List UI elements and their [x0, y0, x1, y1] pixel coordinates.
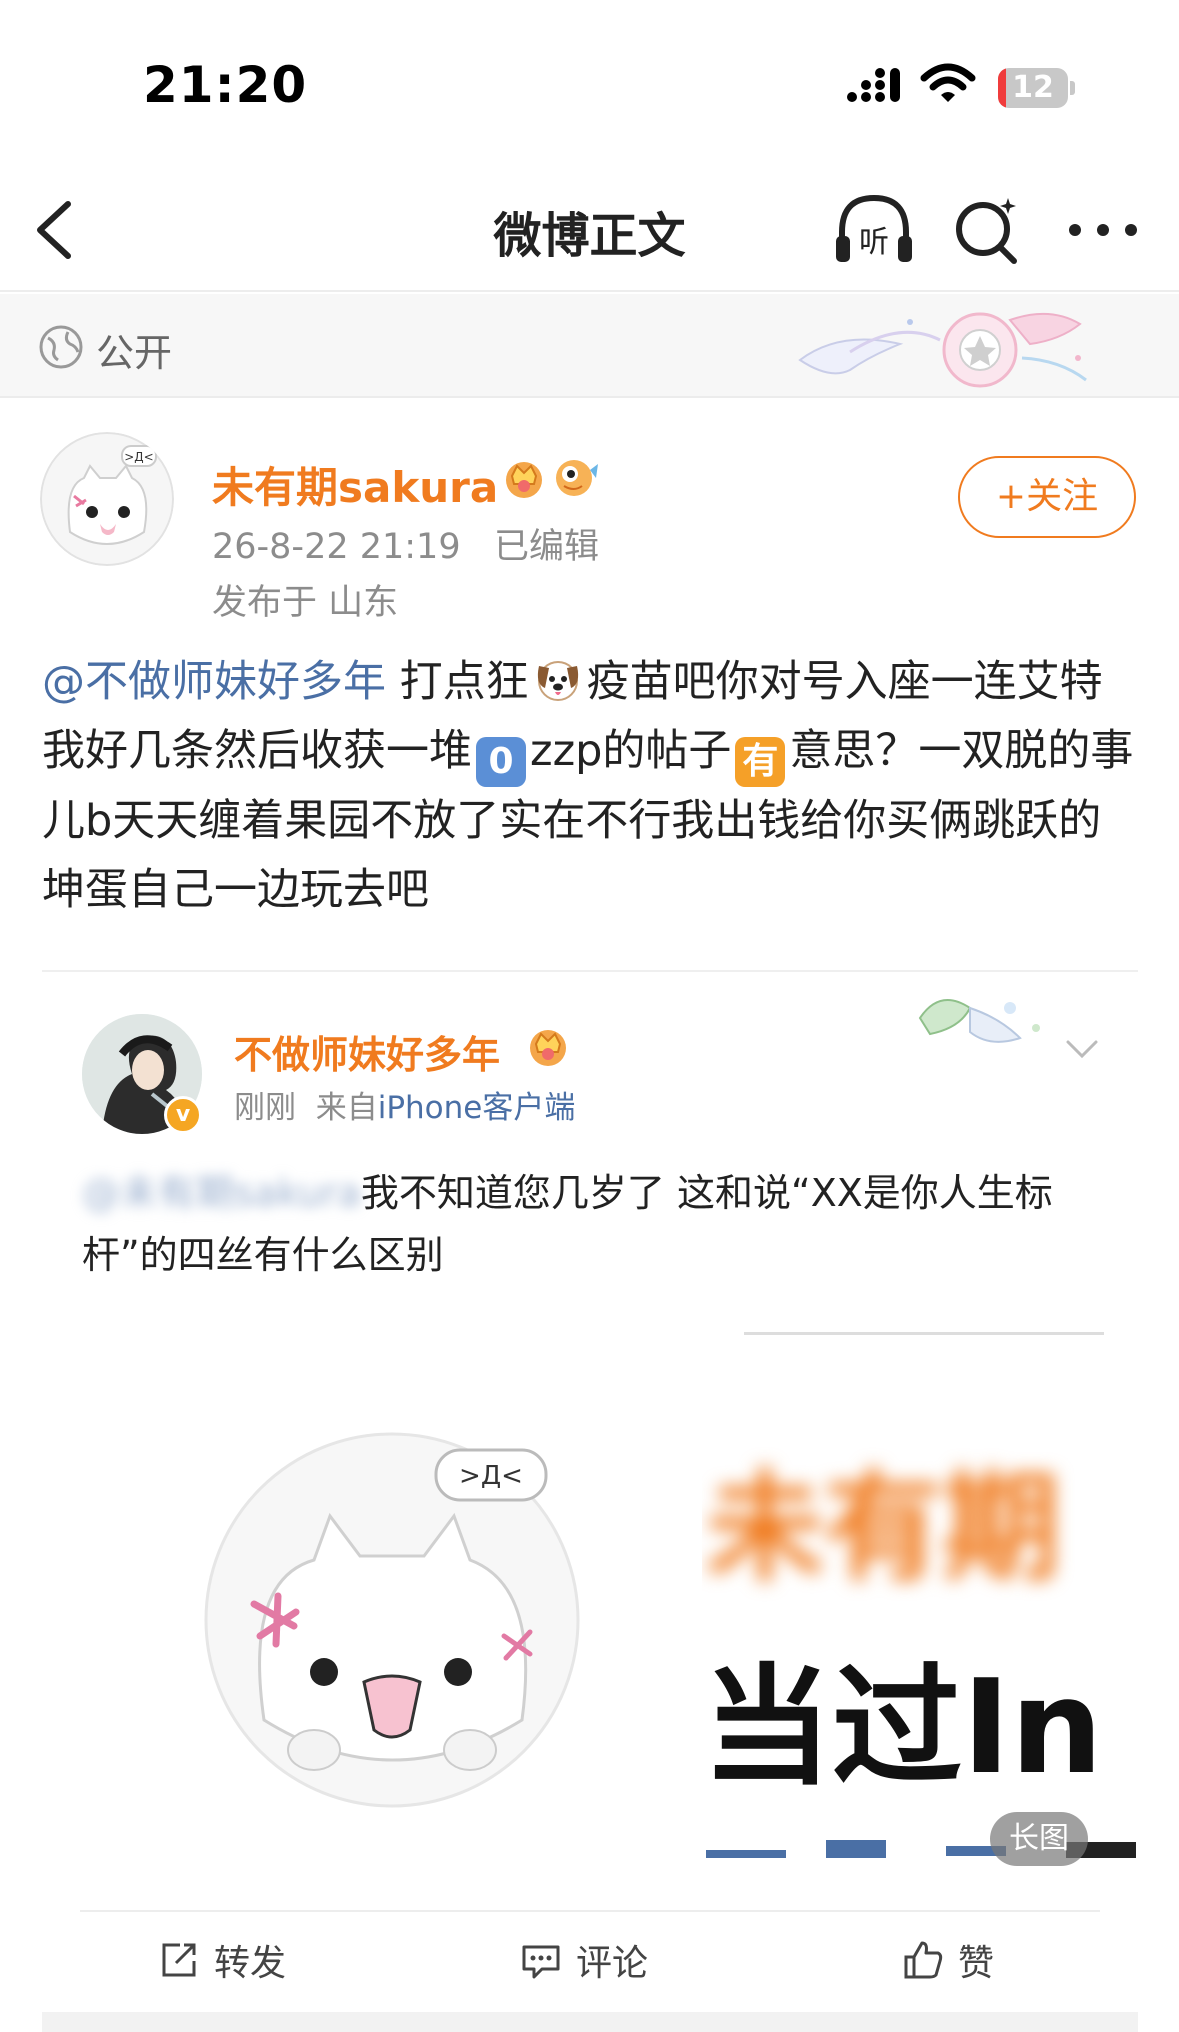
more-options-icon[interactable] [1066, 210, 1140, 250]
battery-percent: 12 [1012, 70, 1054, 105]
visibility-label: 公开 [96, 331, 173, 375]
svg-text:>Д<: >Д< [124, 450, 153, 464]
comment-label: 评论 [576, 1943, 649, 1984]
author-name[interactable]: 未有期sakura [212, 454, 498, 515]
status-time: 21:20 [143, 56, 308, 114]
decorative-sticker [918, 999, 1040, 1043]
cellular-signal-icon [847, 68, 900, 102]
svg-text:>Д<: >Д< [459, 1461, 523, 1491]
crown-badge-icon [506, 462, 542, 498]
headphones-icon: 听 [836, 194, 912, 262]
nav-bar: 微博正文 听 [0, 170, 1179, 292]
author-avatar[interactable]: >Д< [40, 432, 174, 566]
mention-link[interactable]: @不做师妹好多年 [42, 657, 386, 707]
visibility-row: 公开 [0, 294, 1179, 398]
keycap-zero-emoji: 0 [476, 737, 526, 787]
blurred-mention: @未有期sakura [82, 1171, 361, 1215]
repost-author-name[interactable]: 不做师妹好多年 [234, 1024, 500, 1079]
sticker-image-left[interactable]: >Д< [204, 1420, 594, 1810]
status-bar: 21:20 12 [0, 0, 1179, 170]
verified-badge-icon: v [164, 1096, 202, 1134]
source-link: iPhone客户端 [377, 1090, 576, 1126]
reposted-weibo-card[interactable]: v 不做师妹好多年 刚刚 来自iPhone客户端 @未有期sakura我不知道您… [42, 972, 1138, 2012]
crown-badge-icon [530, 1030, 566, 1066]
search-icon[interactable] [952, 194, 1022, 266]
screenshot-image-right[interactable]: 未有期 当过In [702, 1332, 1146, 1892]
thumbs-up-icon [904, 1941, 943, 1979]
comment-icon [522, 1945, 560, 1979]
repost-text: @未有期sakura我不知道您几岁了 这和说“XX是你人生标杆”的四丝有什么区别 [82, 1162, 1102, 1286]
battery-indicator: 12 [998, 68, 1076, 108]
wifi-icon [920, 63, 976, 102]
post-location: 发布于 山东 [212, 583, 399, 623]
blurred-name-text: 未有期 [706, 1459, 1061, 1597]
pufferfish-badge-icon [556, 460, 598, 496]
repost-meta: 刚刚 来自iPhone客户端 [234, 1090, 576, 1126]
chevron-down-icon[interactable] [1064, 1034, 1100, 1062]
post-text: @不做师妹好多年 打点狂 疫苗吧你对号入座一连艾特我好几条然后收获一堆 0 zzp的帖… [42, 648, 1142, 925]
bottom-strip [42, 2012, 1138, 2032]
comment-button[interactable]: 评论 [520, 1934, 648, 1986]
post-timestamp: 26-8-22 21:19 已编辑 [212, 527, 599, 567]
you-sign-emoji: 有 [735, 737, 786, 787]
edited-label: 已编辑 [493, 527, 599, 567]
decorative-wings-sticker [798, 312, 1087, 388]
image-headline-text: 当过In [702, 1651, 1103, 1803]
like-label: 赞 [958, 1943, 995, 1984]
repost-label: 转发 [214, 1943, 287, 1984]
repost-icon [162, 1943, 196, 1977]
action-bar: 转发 评论 赞 [0, 1912, 1179, 2008]
follow-button[interactable]: +关注 [958, 456, 1136, 538]
like-button[interactable]: 赞 [902, 1934, 994, 1986]
listen-button[interactable]: 听 [832, 190, 916, 270]
svg-text:听: 听 [859, 225, 889, 260]
dog-emoji-icon [533, 654, 583, 704]
long-image-badge: 长图 [990, 1812, 1088, 1866]
repost-button[interactable]: 转发 [158, 1934, 286, 1986]
globe-icon [39, 325, 83, 369]
